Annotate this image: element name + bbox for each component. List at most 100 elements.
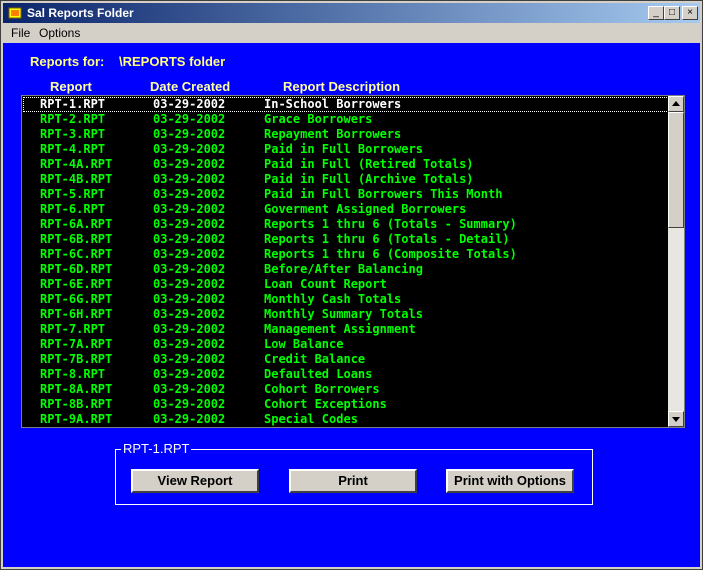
report-name-cell: RPT-8B.RPT	[40, 397, 113, 411]
table-row[interactable]: RPT-2.RPT 03-29-2002 Grace Borrowers	[22, 112, 670, 127]
description-cell: Defaulted Loans	[264, 367, 373, 381]
table-row[interactable]: RPT-6B.RPT 03-29-2002 Reports 1 thru 6 (To…	[22, 232, 670, 247]
scroll-up-button[interactable]	[668, 96, 684, 112]
date-cell: 03-29-2002	[153, 367, 226, 381]
table-row[interactable]: RPT-6H.RPT 03-29-2002 Monthly Summary Tota…	[22, 307, 670, 322]
close-button[interactable]: ×	[682, 6, 698, 20]
report-name-cell: RPT-3.RPT	[40, 127, 106, 141]
menu-file[interactable]: File	[11, 26, 30, 40]
table-row[interactable]: RPT-4.RPT 03-29-2002 Paid in Full Borrower…	[22, 142, 670, 157]
date-cell: 03-29-2002	[153, 232, 226, 246]
client-area: Reports for: \REPORTS folder Report Date…	[3, 43, 700, 567]
table-row[interactable]: RPT-6E.RPT 03-29-2002 Loan Count Report	[22, 277, 670, 292]
column-header-report: Report	[50, 79, 92, 94]
view-report-button[interactable]: View Report	[131, 469, 259, 493]
date-cell: 03-29-2002	[153, 382, 226, 396]
table-row[interactable]: RPT-8A.RPT 03-29-2002 Cohort Borrowers	[22, 382, 670, 397]
date-cell: 03-29-2002	[153, 307, 226, 321]
date-cell: 03-29-2002	[153, 142, 226, 156]
report-name-cell: RPT-7A.RPT	[40, 337, 113, 351]
table-row[interactable]: RPT-8.RPT 03-29-2002 Defaulted Loans	[22, 367, 670, 382]
report-name-cell: RPT-6C.RPT	[40, 247, 113, 261]
description-cell: Cohort Borrowers	[264, 382, 380, 396]
table-row[interactable]: RPT-9A.RPT 03-29-2002 Special Codes	[22, 412, 670, 427]
table-row[interactable]: RPT-4A.RPT 03-29-2002 Paid in Full (Retire…	[22, 157, 670, 172]
table-row[interactable]: RPT-8B.RPT 03-29-2002 Cohort Exceptions	[22, 397, 670, 412]
date-cell: 03-29-2002	[153, 202, 226, 216]
print-button[interactable]: Print	[289, 469, 417, 493]
table-row[interactable]: RPT-6D.RPT 03-29-2002 Before/After Balanci…	[22, 262, 670, 277]
table-row[interactable]: RPT-3.RPT 03-29-2002 Repayment Borrowers	[22, 127, 670, 142]
report-name-cell: RPT-6D.RPT	[40, 262, 113, 276]
print-with-options-button[interactable]: Print with Options	[446, 469, 574, 493]
maximize-icon: □	[668, 7, 676, 18]
minimize-icon: _	[653, 7, 659, 18]
report-name-cell: RPT-5.RPT	[40, 187, 106, 201]
title-bar[interactable]: Sal Reports Folder _ □ ×	[3, 3, 700, 23]
table-row[interactable]: RPT-5.RPT 03-29-2002 Paid in Full Borrower…	[22, 187, 670, 202]
description-cell: Cohort Exceptions	[264, 397, 387, 411]
date-cell: 03-29-2002	[153, 322, 226, 336]
report-name-cell: RPT-8.RPT	[40, 367, 106, 381]
report-name-cell: RPT-6E.RPT	[40, 277, 113, 291]
date-cell: 03-29-2002	[153, 187, 226, 201]
app-icon	[8, 7, 22, 19]
table-row[interactable]: RPT-6A.RPT 03-29-2002 Reports 1 thru 6 (To…	[22, 217, 670, 232]
date-cell: 03-29-2002	[153, 157, 226, 171]
description-cell: In-School Borrowers	[264, 97, 402, 111]
minimize-button[interactable]: _	[648, 6, 664, 20]
description-cell: Goverment Assigned Borrowers	[264, 202, 467, 216]
report-name-cell: RPT-7.RPT	[40, 322, 106, 336]
description-cell: Paid in Full Borrowers	[264, 142, 423, 156]
folder-name: \REPORTS folder	[119, 54, 226, 69]
description-cell: Special Codes	[264, 412, 358, 426]
date-cell: 03-29-2002	[153, 112, 226, 126]
date-cell: 03-29-2002	[153, 217, 226, 231]
table-row[interactable]: RPT-7B.RPT 03-29-2002 Credit Balance	[22, 352, 670, 367]
reports-window: Sal Reports Folder _ □ × File Options Re…	[0, 0, 703, 570]
table-row[interactable]: RPT-1.RPT 03-29-2002 In-School Borrowers	[22, 97, 670, 112]
description-cell: Low Balance	[264, 337, 344, 351]
date-cell: 03-29-2002	[153, 97, 226, 111]
report-list[interactable]: RPT-1.RPT 03-29-2002 In-School Borrowers RP…	[21, 95, 685, 428]
description-cell: Repayment Borrowers	[264, 127, 402, 141]
report-name-cell: RPT-6B.RPT	[40, 232, 113, 246]
date-cell: 03-29-2002	[153, 277, 226, 291]
report-name-cell: RPT-4B.RPT	[40, 172, 113, 186]
report-name-cell: RPT-9A.RPT	[40, 412, 113, 426]
date-cell: 03-29-2002	[153, 262, 226, 276]
table-row[interactable]: RPT-6.RPT 03-29-2002 Goverment Assigned Bo…	[22, 202, 670, 217]
description-cell: Reports 1 thru 6 (Composite Totals)	[264, 247, 517, 261]
description-cell: Management Assignment	[264, 322, 416, 336]
table-row[interactable]: RPT-7A.RPT 03-29-2002 Low Balance	[22, 337, 670, 352]
column-header-date: Date Created	[150, 79, 231, 94]
reports-for-label: Reports for:	[30, 54, 105, 69]
report-name-cell: RPT-8A.RPT	[40, 382, 113, 396]
report-name-cell: RPT-2.RPT	[40, 112, 106, 126]
description-cell: Credit Balance	[264, 352, 366, 366]
close-icon: ×	[687, 7, 693, 18]
date-cell: 03-29-2002	[153, 127, 226, 141]
date-cell: 03-29-2002	[153, 292, 226, 306]
table-row[interactable]: RPT-7.RPT 03-29-2002 Management Assignment	[22, 322, 670, 337]
report-name-cell: RPT-6A.RPT	[40, 217, 113, 231]
scroll-down-button[interactable]	[668, 411, 684, 427]
description-cell: Reports 1 thru 6 (Totals - Detail)	[264, 232, 510, 246]
description-cell: Paid in Full Borrowers This Month	[264, 187, 503, 201]
report-name-cell: RPT-4.RPT	[40, 142, 106, 156]
table-row[interactable]: RPT-6G.RPT 03-29-2002 Monthly Cash Totals	[22, 292, 670, 307]
description-cell: Loan Count Report	[264, 277, 387, 291]
description-cell: Reports 1 thru 6 (Totals - Summary)	[264, 217, 517, 231]
date-cell: 03-29-2002	[153, 337, 226, 351]
date-cell: 03-29-2002	[153, 352, 226, 366]
table-row[interactable]: RPT-4B.RPT 03-29-2002 Paid in Full (Archiv…	[22, 172, 670, 187]
description-cell: Monthly Cash Totals	[264, 292, 402, 306]
selected-report-label: RPT-1.RPT	[121, 441, 192, 456]
maximize-button[interactable]: □	[664, 6, 680, 20]
vertical-scrollbar[interactable]	[668, 96, 684, 427]
table-row[interactable]: RPT-6C.RPT 03-29-2002 Reports 1 thru 6 (Co…	[22, 247, 670, 262]
scroll-thumb[interactable]	[668, 112, 684, 228]
menu-options[interactable]: Options	[39, 26, 80, 40]
arrow-down-icon	[672, 417, 680, 422]
report-name-cell: RPT-6G.RPT	[40, 292, 113, 306]
